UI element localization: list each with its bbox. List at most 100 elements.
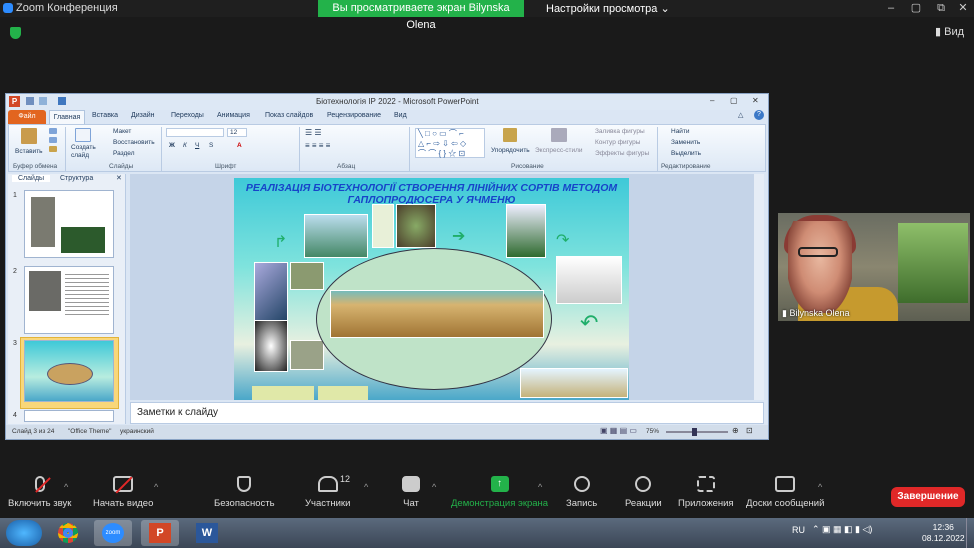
video-options-caret-icon[interactable]: ^	[154, 482, 158, 492]
slide-thumbnail-2[interactable]	[24, 266, 114, 334]
copy-icon[interactable]	[49, 137, 57, 143]
tab-view[interactable]: Вид	[394, 112, 407, 119]
bold-button[interactable]: Ж	[169, 142, 175, 149]
start-button-icon[interactable]	[6, 520, 42, 546]
layout-button[interactable]: Макет	[113, 128, 131, 135]
ribbon-collapse-icon[interactable]: △	[738, 111, 743, 119]
reactions-button[interactable]: Реакции	[625, 476, 662, 509]
zoom-in-icon[interactable]: ⊕	[732, 426, 739, 435]
underline-button[interactable]: Ч	[195, 142, 199, 149]
zoom-slider-thumb[interactable]	[692, 428, 697, 436]
language-indicator[interactable]: украинский	[120, 428, 154, 435]
bullets-icon[interactable]: ☰ ☰	[305, 128, 322, 137]
new-slide-button[interactable]: Создать слайд	[71, 144, 101, 160]
tab-file[interactable]: Файл	[8, 110, 46, 124]
close-pane-icon[interactable]: ✕	[116, 174, 122, 182]
view-button[interactable]: ▮ Вид	[935, 25, 964, 38]
redo-icon[interactable]	[58, 97, 66, 105]
tab-outline[interactable]: Структура	[60, 175, 93, 182]
share-screen-button[interactable]: ↑ Демонстрация экрана	[451, 476, 548, 509]
tab-review[interactable]: Рецензирование	[327, 112, 381, 119]
new-slide-icon[interactable]	[75, 128, 91, 142]
ppt-close-icon[interactable]: ✕	[752, 96, 759, 105]
slide-thumbnail-4[interactable]	[24, 410, 114, 422]
tab-insert[interactable]: Вставка	[92, 112, 118, 119]
zoom-level[interactable]: 75%	[646, 428, 659, 435]
tab-design[interactable]: Дизайн	[131, 112, 155, 119]
taskbar-zoom[interactable]: zoom	[94, 520, 132, 546]
replace-button[interactable]: Заменить	[671, 139, 700, 146]
ppt-maximize-icon[interactable]: ▢	[730, 96, 738, 105]
whiteboard-options-caret-icon[interactable]: ^	[818, 482, 822, 492]
keyboard-language[interactable]: RU	[792, 525, 805, 535]
cut-icon[interactable]	[49, 128, 57, 134]
security-button[interactable]: Безопасность	[214, 476, 275, 509]
close-icon[interactable]: ✕	[952, 0, 974, 17]
view-mode-icons[interactable]: ▣ ▦ ▤ ▭	[600, 426, 637, 435]
zoom-slider[interactable]	[666, 431, 728, 433]
shape-fill-button[interactable]: Заливка фигуры	[595, 128, 645, 135]
select-button[interactable]: Выделить	[671, 150, 701, 157]
ppt-minimize-icon[interactable]: –	[710, 96, 714, 105]
font-size-select[interactable]: 12	[227, 128, 247, 137]
save-icon[interactable]	[26, 97, 34, 105]
arrange-button[interactable]: Упорядочить	[491, 147, 530, 154]
fit-slide-icon[interactable]: ⊡	[746, 426, 753, 435]
tray-icons[interactable]: ⌃ ▣ ▦ ◧ ▮ ◁)	[812, 524, 872, 535]
shapes-gallery[interactable]: ╲ □ ○ ▭ ⌒ ⌐ △ ⌐ ⇨ ⇩ ⇦ ◇ ⌒ ⌒ { } ☆ ⊡	[415, 128, 485, 158]
undo-icon[interactable]	[39, 97, 47, 105]
align-icons[interactable]: ≡ ≡ ≡ ≡	[305, 141, 330, 150]
slide-thumbnail-3[interactable]	[24, 340, 114, 402]
restore-icon[interactable]: ⧉	[930, 0, 952, 17]
taskbar-word[interactable]: W	[188, 520, 226, 546]
italic-button[interactable]: К	[183, 142, 187, 149]
encryption-shield-icon[interactable]	[10, 27, 21, 39]
maximize-icon[interactable]: ▢	[905, 0, 927, 17]
whiteboards-button[interactable]: Доски сообщений	[746, 476, 824, 509]
participant-video[interactable]: ▮ Bilynska Olena	[778, 213, 970, 321]
reset-button[interactable]: Восстановить	[113, 139, 155, 146]
vertical-scrollbar[interactable]	[754, 174, 764, 400]
format-painter-icon[interactable]	[49, 146, 57, 152]
start-video-button[interactable]: Начать видео	[93, 476, 153, 509]
paste-icon[interactable]	[21, 128, 37, 144]
tab-transitions[interactable]: Переходы	[171, 112, 204, 119]
tab-home[interactable]: Главная	[49, 110, 85, 124]
notes-pane[interactable]: Заметки к слайду	[130, 402, 764, 424]
view-settings-menu[interactable]: Настройки просмотра ⌄	[546, 2, 670, 15]
strikethrough-button[interactable]: S	[209, 142, 213, 149]
slide-thumbnail-1[interactable]	[24, 190, 114, 258]
chat-button[interactable]: Чат	[402, 476, 420, 509]
find-button[interactable]: Найти	[671, 128, 690, 135]
section-button[interactable]: Раздел	[113, 150, 134, 157]
taskbar-powerpoint[interactable]: P	[141, 520, 179, 546]
clock[interactable]: 12:36 08.12.2022	[922, 522, 965, 544]
chat-options-caret-icon[interactable]: ^	[432, 482, 436, 492]
slide-title[interactable]: РЕАЛІЗАЦІЯ БІОТЕХНОЛОГІЇ СТВОРЕННЯ ЛІНІЙ…	[234, 182, 629, 206]
unmute-button[interactable]: Включить звук	[8, 476, 71, 509]
font-name-select[interactable]	[166, 128, 224, 137]
quick-styles-icon[interactable]	[551, 128, 567, 142]
shape-effects-button[interactable]: Эффекты фигуры	[595, 150, 649, 157]
help-icon[interactable]: ?	[754, 110, 764, 120]
tab-slides[interactable]: Слайды	[12, 175, 51, 182]
share-options-caret-icon[interactable]: ^	[538, 482, 542, 492]
powerpoint-app-icon[interactable]: P	[9, 96, 20, 107]
record-button[interactable]: Запись	[566, 476, 597, 509]
font-color-button[interactable]: A	[237, 142, 242, 149]
quick-styles-button[interactable]: Экспресс-стили	[535, 147, 583, 154]
slide-photo-sprout	[372, 204, 394, 248]
tab-slideshow[interactable]: Показ слайдов	[265, 112, 313, 119]
audio-options-caret-icon[interactable]: ^	[64, 482, 68, 492]
taskbar-chrome[interactable]	[49, 520, 87, 546]
paste-button[interactable]: Вставить	[15, 148, 43, 155]
shape-outline-button[interactable]: Контур фигуры	[595, 139, 640, 146]
show-desktop-button[interactable]	[966, 518, 974, 548]
tab-animation[interactable]: Анимация	[217, 112, 250, 119]
end-meeting-button[interactable]: Завершение	[891, 487, 965, 507]
arrange-icon[interactable]	[503, 128, 517, 142]
participants-options-caret-icon[interactable]: ^	[364, 482, 368, 492]
apps-button[interactable]: Приложения	[678, 476, 734, 509]
minimize-icon[interactable]: –	[880, 0, 902, 17]
current-slide[interactable]: РЕАЛІЗАЦІЯ БІОТЕХНОЛОГІЇ СТВОРЕННЯ ЛІНІЙ…	[234, 178, 629, 400]
